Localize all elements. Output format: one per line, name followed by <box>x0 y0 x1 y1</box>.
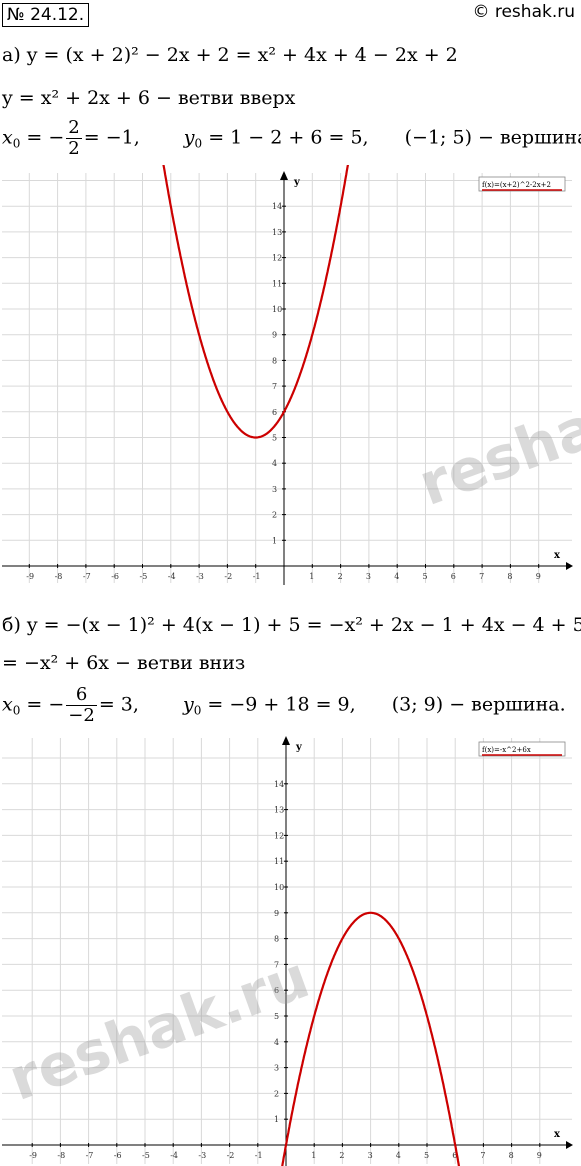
x-axis-arrow <box>566 562 573 570</box>
x-tick-label: -1 <box>253 572 261 581</box>
part-a-line2: y = x² + 2x + 6 − ветви вверх <box>2 87 296 109</box>
x-tick-label: 4 <box>394 572 399 581</box>
y-tick-label: 4 <box>272 459 277 468</box>
x-tick-label: 9 <box>537 1151 542 1160</box>
x-tick-label: -3 <box>196 572 204 581</box>
x-tick-label: 8 <box>509 1151 514 1160</box>
y-tick-label: 1 <box>272 536 277 545</box>
x-tick-label: -4 <box>168 572 176 581</box>
y-tick-label: 6 <box>272 408 277 417</box>
x-tick-label: -9 <box>29 1151 37 1160</box>
legend-label: f(x)=-x^2+6x <box>482 746 531 754</box>
x-tick-label: 7 <box>479 572 484 581</box>
x-tick-label: -7 <box>83 572 91 581</box>
x-tick-label: 3 <box>368 1151 373 1160</box>
y-tick-label: 10 <box>272 305 282 314</box>
y-tick-label: 9 <box>274 909 279 918</box>
y-axis-arrow <box>280 171 288 180</box>
x-tick-label: -4 <box>170 1151 178 1160</box>
part-a-vertex: (−1; 5) − вершина. <box>404 126 581 149</box>
x-tick-label: 1 <box>309 572 314 581</box>
x-tick-label: -3 <box>198 1151 206 1160</box>
x-tick-label: 4 <box>396 1151 401 1160</box>
x-tick-label: -5 <box>142 1151 150 1160</box>
y-tick-label: 7 <box>272 382 277 391</box>
x-axis-label: x <box>554 550 561 561</box>
part-b-line1: б) y = −(x − 1)² + 4(x − 1) + 5 = −x² + … <box>2 614 581 636</box>
chart-a: xy-9 -8 -7 -6 -5 -4 -3 -2 -1 1 2 3 4 5 6 7 8 912345678910… <box>2 165 573 585</box>
site-credit: © reshak.ru <box>472 2 575 22</box>
y-axis-label: y <box>295 742 303 753</box>
y-tick-label: 12 <box>274 831 284 840</box>
part-a-line3: x0 = −2 2 = −1, y0 = 1 − 2 + 6 = 5, (−1; 5… <box>2 118 581 159</box>
x-tick-label: -6 <box>114 1151 122 1160</box>
part-a-line1: а) y = (x + 2)² − 2x + 2 = x² + 4x + 4 −… <box>2 44 458 66</box>
legend-label: f(x)=(x+2)^2-2x+2 <box>482 181 551 189</box>
y-tick-label: 13 <box>274 806 284 815</box>
y-tick-label: 1 <box>274 1115 279 1124</box>
x-tick-label: 5 <box>423 572 428 581</box>
y-tick-label: 4 <box>274 1038 279 1047</box>
x-tick-label: 2 <box>339 1151 344 1160</box>
x-tick-label: -2 <box>224 572 232 581</box>
part-b-vertex: (3; 9) − вершина. <box>391 693 566 716</box>
part-b-fraction: 6 −2 <box>66 684 97 726</box>
y-tick-label: 8 <box>274 935 279 944</box>
y-tick-label: 9 <box>272 331 277 340</box>
y-tick-label: 14 <box>274 780 284 789</box>
x-tick-label: -9 <box>26 572 34 581</box>
x-axis-arrow <box>566 1141 573 1149</box>
y-axis-label: y <box>293 177 301 188</box>
problem-number: № 24.12. <box>2 3 90 27</box>
x-tick-label: -6 <box>111 572 119 581</box>
y-tick-label: 10 <box>274 883 284 892</box>
y-tick-label: 11 <box>274 857 284 866</box>
y-tick-label: 11 <box>272 279 282 288</box>
y-tick-label: 3 <box>274 1064 279 1073</box>
x-tick-label: 9 <box>536 572 541 581</box>
y-tick-label: 14 <box>272 202 282 211</box>
x-tick-label: 8 <box>507 572 512 581</box>
x-tick-label: 7 <box>480 1151 485 1160</box>
x-tick-label: 3 <box>366 572 371 581</box>
y-axis-arrow <box>282 736 290 745</box>
x-tick-label: -5 <box>140 572 148 581</box>
x-tick-label: -7 <box>86 1151 94 1160</box>
x-tick-label: -2 <box>227 1151 235 1160</box>
x-tick-label: 2 <box>338 572 343 581</box>
x-tick-label: 6 <box>451 572 456 581</box>
part-b-line2: = −x² + 6x − ветви вниз <box>2 652 246 674</box>
y-tick-label: 3 <box>272 485 277 494</box>
x-tick-label: 1 <box>311 1151 316 1160</box>
x-tick-label: -1 <box>255 1151 263 1160</box>
part-a-fraction: 22 <box>66 117 82 159</box>
y-tick-label: 2 <box>274 1089 279 1098</box>
part-b-line3: x0 = −6 −2 = 3, y0 = −9 + 18 = 9, (3; 9) −… <box>2 684 566 726</box>
x-tick-label: -8 <box>57 1151 65 1160</box>
x-axis-label: x <box>554 1129 561 1140</box>
y-tick-label: 13 <box>272 228 282 237</box>
y-tick-label: 12 <box>272 254 282 263</box>
x-tick-label: -8 <box>55 572 63 581</box>
y-tick-label: 8 <box>272 356 277 365</box>
y-tick-label: 5 <box>272 434 277 443</box>
x-tick-label: 5 <box>424 1151 429 1160</box>
y-tick-label: 2 <box>272 511 277 520</box>
